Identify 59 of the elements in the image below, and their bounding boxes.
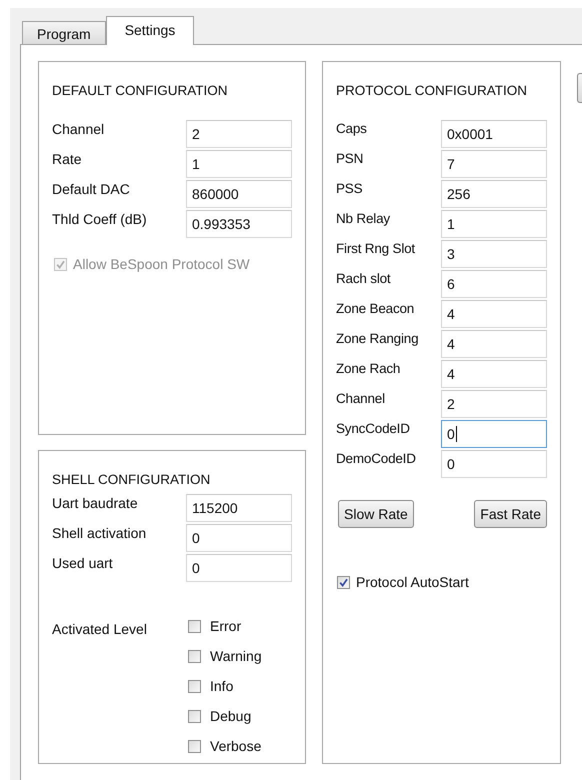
input-field[interactable]: 0.993353 [186, 210, 292, 238]
field-label: Uart baudrate [52, 495, 139, 511]
checkbox[interactable] [188, 740, 201, 752]
input-field[interactable]: 0 [441, 450, 547, 478]
checkbox-label: Warning [210, 648, 262, 664]
input-field[interactable]: 0 [186, 524, 292, 552]
checkbox[interactable] [188, 620, 201, 632]
checkbox[interactable] [188, 710, 201, 722]
field-label: Zone Ranging [336, 331, 420, 346]
input-field[interactable]: 860000 [186, 180, 292, 208]
checkbox[interactable] [188, 680, 201, 692]
checkbox-label: Verbose [210, 738, 262, 754]
checkbox-label: Error [210, 618, 242, 634]
group-title: DEFAULT CONFIGURATION [52, 82, 229, 100]
input-field[interactable]: 1 [441, 210, 547, 238]
input-field[interactable]: 2 [186, 120, 292, 148]
checkbox-label: Allow BeSpoon Protocol SW [73, 256, 250, 272]
field-label: PSN [336, 151, 364, 166]
field-label: SyncCodeID [336, 421, 411, 436]
field-label: Zone Beacon [336, 301, 416, 316]
input-field[interactable]: 6 [441, 270, 547, 298]
field-label: Channel [52, 121, 106, 137]
input-field[interactable]: 0 [186, 554, 292, 582]
input-field[interactable]: 256 [441, 180, 547, 208]
input-field[interactable]: 4 [441, 300, 547, 328]
field-label: First Rng Slot [336, 241, 416, 256]
input-field[interactable]: 0 [441, 420, 547, 448]
field-label: Caps [336, 121, 368, 136]
checkbox-label: Protocol AutoStart [356, 574, 469, 590]
field-label: Rate [52, 151, 83, 167]
tab[interactable]: Settings [106, 16, 194, 45]
field-label: Default DAC [52, 181, 131, 197]
checkbox[interactable] [188, 650, 201, 662]
field-label: Activated Level [52, 621, 148, 637]
field-label: DemoCodeID [336, 451, 417, 466]
field-label: Nb Relay [336, 211, 391, 226]
input-field[interactable]: 115200 [186, 494, 292, 522]
field-label: PSS [336, 181, 364, 196]
field-label: Channel [336, 391, 386, 406]
rate-button[interactable]: Slow Rate [338, 500, 414, 528]
rate-button[interactable]: Fast Rate [474, 500, 547, 528]
field-label: Zone Rach [336, 361, 402, 376]
field-label: Used uart [52, 555, 114, 571]
input-field[interactable]: 7 [441, 150, 547, 178]
input-field[interactable]: 3 [441, 240, 547, 268]
tab[interactable]: Program [22, 21, 106, 45]
group-title: PROTOCOL CONFIGURATION [336, 82, 528, 100]
input-field[interactable]: 2 [441, 390, 547, 418]
input-field[interactable]: 4 [441, 360, 547, 388]
input-field[interactable]: 1 [186, 150, 292, 178]
checkbox-label: Info [210, 678, 234, 694]
checkbox-label: Debug [210, 708, 252, 724]
field-label: Thld Coeff (dB) [52, 211, 148, 227]
field-label: Shell activation [52, 525, 148, 541]
checkbox[interactable] [337, 576, 350, 588]
group-title: SHELL CONFIGURATION [52, 471, 212, 489]
input-field[interactable]: 0x0001 [441, 120, 547, 148]
field-label: Rach slot [336, 271, 392, 286]
input-field[interactable]: 4 [441, 330, 547, 358]
